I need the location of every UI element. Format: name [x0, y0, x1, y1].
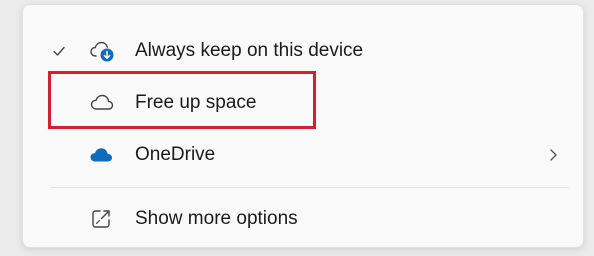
highlight-box [48, 71, 316, 129]
menu-item-always-keep[interactable]: Always keep on this device [23, 29, 583, 73]
menu-item-onedrive[interactable]: OneDrive [23, 133, 583, 177]
menu-item-label: Show more options [135, 208, 298, 229]
chevron-right-icon [550, 149, 557, 161]
menu-item-show-more-options[interactable]: Show more options [23, 197, 583, 241]
onedrive-cloud-icon [90, 148, 112, 162]
menu-item-label: Always keep on this device [135, 40, 364, 61]
menu-item-label: OneDrive [135, 144, 216, 165]
show-more-options-icon [92, 210, 110, 228]
cloud-download-icon [90, 41, 114, 62]
checkmark-icon [53, 46, 65, 56]
menu-separator [51, 187, 569, 188]
